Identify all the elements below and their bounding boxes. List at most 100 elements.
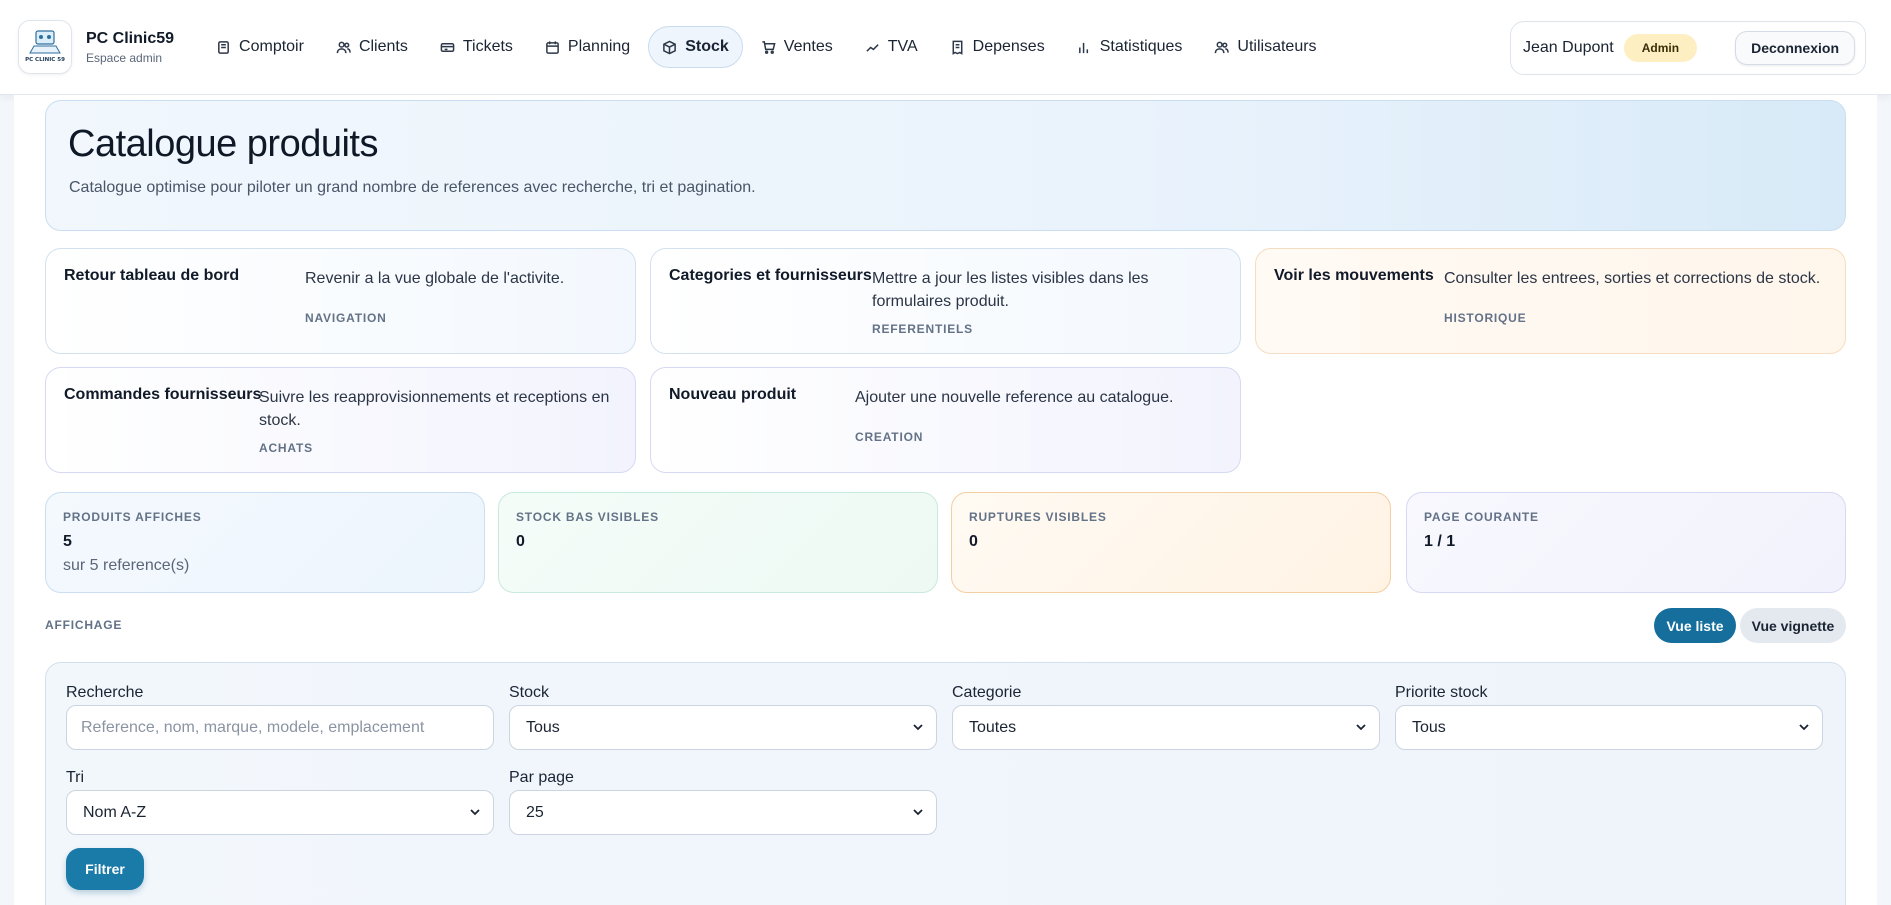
nav-label: Tickets: [462, 38, 513, 55]
card-dashboard[interactable]: Retour tableau de bord Revenir a la vue …: [45, 248, 636, 354]
card-tag: ACHATS: [259, 441, 313, 455]
stock-label: Stock: [509, 684, 550, 701]
stat-label: PAGE COURANTE: [1424, 510, 1539, 524]
receipt-icon: [952, 40, 963, 55]
card-supplier-orders[interactable]: Commandes fournisseurs Suivre les reappr…: [45, 367, 636, 473]
users-icon: [1215, 41, 1230, 53]
nav-label: Comptoir: [239, 38, 304, 55]
main-content: Catalogue produits Catalogue optimise po…: [14, 95, 1877, 905]
nav-item-statistiques[interactable]: Statistiques: [1063, 26, 1197, 68]
stock-select-value: Tous: [526, 718, 560, 736]
category-select-value: Toutes: [969, 718, 1017, 736]
card-description: Suivre les reapprovisionnements et recep…: [259, 389, 610, 429]
page-title: Catalogue produits: [68, 123, 379, 165]
card-description: Ajouter une nouvelle reference au catalo…: [855, 389, 1174, 406]
stat-label: PRODUITS AFFICHES: [63, 510, 202, 524]
chevron-down-icon: [1356, 724, 1366, 731]
stock-select[interactable]: Tous: [509, 705, 937, 750]
category-select[interactable]: Toutes: [952, 705, 1380, 750]
card-description: Mettre a jour les listes visibles dans l…: [872, 270, 1149, 310]
nav-label: Planning: [567, 38, 631, 55]
per-page-label: Par page: [509, 769, 574, 786]
card-tag: REFERENTIELS: [872, 322, 973, 336]
card-tag: NAVIGATION: [305, 311, 387, 325]
nav-label: Stock: [685, 38, 729, 55]
card-title: Retour tableau de bord: [64, 267, 240, 284]
chevron-down-icon: [470, 809, 480, 816]
card-movements[interactable]: Voir les mouvements Consulter les entree…: [1255, 248, 1846, 354]
stat-label: STOCK BAS VISIBLES: [516, 510, 659, 524]
chevron-down-icon: [1799, 724, 1809, 731]
priority-select-value: Tous: [1412, 718, 1446, 736]
card-title: Nouveau produit: [669, 386, 797, 403]
bar-chart-icon: [1078, 42, 1088, 53]
card-new-product[interactable]: Nouveau produit Ajouter une nouvelle ref…: [650, 367, 1241, 473]
stat-value: 0: [516, 533, 525, 550]
category-label: Categorie: [952, 684, 1022, 701]
sort-select[interactable]: Nom A-Z: [66, 790, 494, 835]
per-page-select-value: 25: [526, 803, 544, 821]
role-badge: Admin: [1623, 34, 1698, 62]
page-subtitle: Catalogue optimise pour piloter un grand…: [69, 179, 756, 196]
card-title: Categories et fournisseurs: [669, 267, 872, 284]
nav-item-clients[interactable]: Clients: [322, 26, 422, 68]
nav-label: Utilisateurs: [1237, 38, 1317, 55]
brand-logo: PC CLINIC 59: [18, 20, 72, 74]
logout-button[interactable]: Deconnexion: [1735, 31, 1855, 65]
stat-subtext: sur 5 reference(s): [63, 557, 190, 574]
card-title: Voir les mouvements: [1274, 267, 1434, 284]
card-tag: HISTORIQUE: [1444, 311, 1527, 325]
card-description: Consulter les entrees, sorties et correc…: [1444, 270, 1821, 287]
brand[interactable]: PC CLINIC 59 PC Clinic59 Espace admin: [18, 20, 174, 74]
nav-label: Ventes: [783, 38, 833, 55]
stat-value: 0: [969, 533, 978, 550]
nav-item-utilisateurs[interactable]: Utilisateurs: [1200, 26, 1330, 68]
priority-select[interactable]: Tous: [1395, 705, 1823, 750]
nav-item-ventes[interactable]: Ventes: [747, 26, 847, 68]
sort-label: Tri: [66, 769, 85, 786]
nav-label: Depenses: [972, 38, 1045, 55]
card-categories[interactable]: Categories et fournisseurs Mettre a jour…: [650, 248, 1241, 354]
search-input[interactable]: Reference, nom, marque, modele, emplacem…: [66, 705, 494, 750]
nav-label: Statistiques: [1099, 38, 1183, 55]
svg-text:PC CLINIC 59: PC CLINIC 59: [25, 57, 65, 63]
per-page-select[interactable]: 25: [509, 790, 937, 835]
top-navbar: PC CLINIC 59 PC Clinic59 Espace admin Co…: [0, 0, 1891, 95]
users-icon: [336, 41, 351, 53]
nav-item-planning[interactable]: Planning: [531, 26, 644, 68]
sort-select-value: Nom A-Z: [83, 803, 147, 821]
filter-button[interactable]: Filtrer: [66, 848, 144, 890]
priority-label: Priorite stock: [1395, 684, 1488, 701]
main-nav: Comptoir Clients Tickets Planning Stock …: [202, 26, 1331, 68]
ticket-icon: [440, 42, 455, 52]
stat-products-displayed: PRODUITS AFFICHES 5 sur 5 reference(s): [45, 492, 485, 593]
stat-out-of-stock: RUPTURES VISIBLES 0: [951, 492, 1391, 593]
chevron-down-icon: [913, 724, 923, 731]
display-label: AFFICHAGE: [45, 618, 123, 632]
card-title: Commandes fournisseurs: [64, 386, 262, 403]
stat-value: 5: [63, 533, 72, 550]
brand-subtitle: Espace admin: [86, 50, 163, 65]
hero-banner: Catalogue produits Catalogue optimise po…: [45, 100, 1846, 231]
nav-item-tva[interactable]: TVA: [851, 26, 932, 68]
thumbnail-view-button[interactable]: Vue vignette: [1740, 608, 1846, 643]
register-icon: [218, 40, 229, 54]
nav-item-comptoir[interactable]: Comptoir: [202, 26, 318, 68]
stat-label: RUPTURES VISIBLES: [969, 510, 1107, 524]
nav-label: Clients: [358, 38, 408, 55]
nav-item-stock[interactable]: Stock: [648, 26, 743, 68]
calendar-icon: [546, 40, 559, 54]
brand-title: PC Clinic59: [86, 29, 175, 47]
search-label: Recherche: [66, 684, 144, 701]
stat-low-stock: STOCK BAS VISIBLES 0: [498, 492, 938, 593]
chevron-down-icon: [913, 809, 923, 816]
list-view-button[interactable]: Vue liste: [1654, 608, 1736, 643]
nav-item-depenses[interactable]: Depenses: [936, 26, 1059, 68]
box-icon: [663, 40, 677, 54]
nav-item-tickets[interactable]: Tickets: [426, 26, 527, 68]
nav-label: TVA: [887, 38, 918, 55]
stat-current-page: PAGE COURANTE 1 / 1: [1406, 492, 1846, 593]
card-tag: CREATION: [855, 430, 924, 444]
trend-icon: [866, 43, 879, 52]
user-name: Jean Dupont: [1523, 39, 1614, 56]
